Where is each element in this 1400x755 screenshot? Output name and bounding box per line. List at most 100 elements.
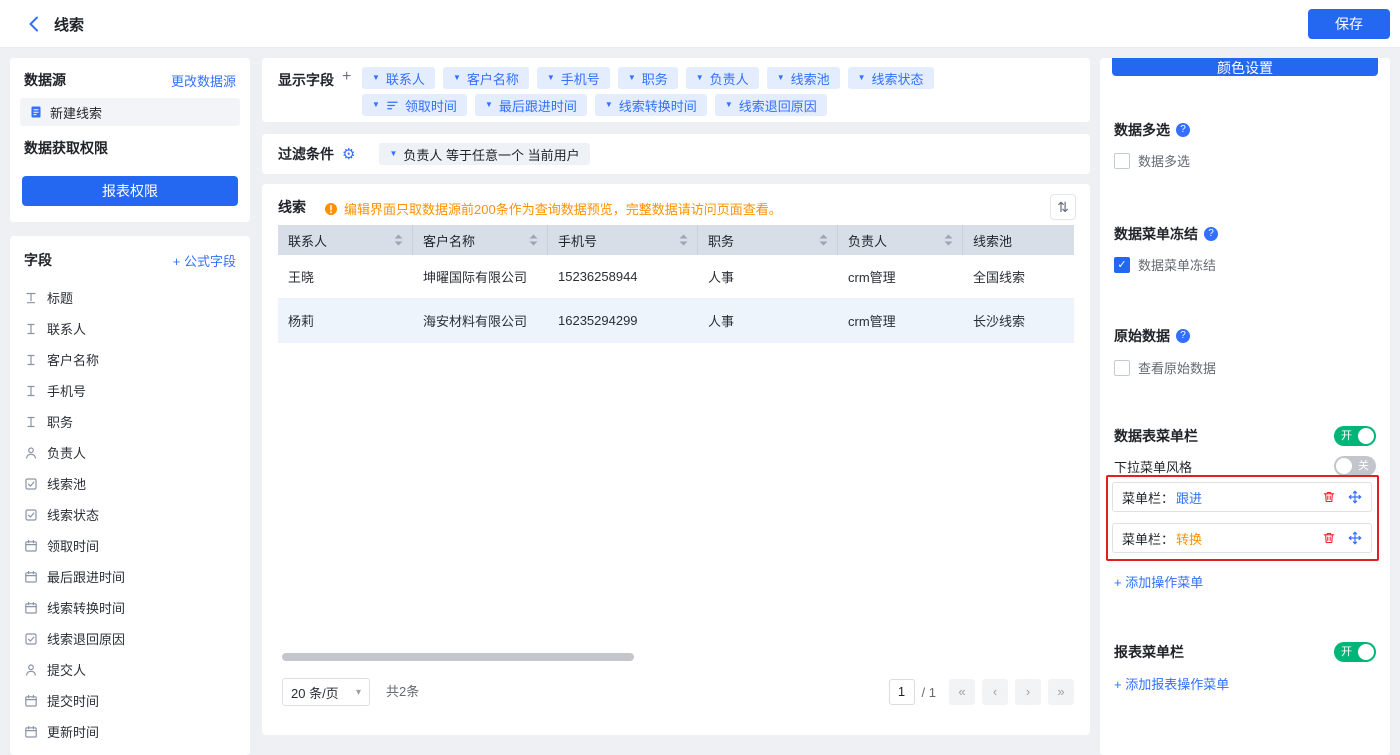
checkbox-checked[interactable]: ✓ (1114, 257, 1130, 273)
display-field-chip[interactable]: ▼线索状态 (848, 67, 934, 89)
field-item[interactable]: 提交人 (10, 654, 250, 685)
display-field-chip[interactable]: ▼线索退回原因 (715, 94, 827, 116)
toggle-knob (1358, 428, 1374, 444)
display-field-chip[interactable]: ▼负责人 (686, 67, 759, 89)
document-icon (29, 105, 43, 119)
add-formula-field-link[interactable]: + 公式字段 (173, 251, 236, 270)
sort-arrows-icon[interactable] (818, 233, 829, 247)
fields-title: 字段 (24, 250, 52, 270)
color-settings-button[interactable]: 颜色设置 (1112, 58, 1378, 76)
menu-bar-item[interactable]: 菜单栏：转换 (1112, 523, 1372, 553)
trash-icon[interactable] (1322, 531, 1336, 545)
data-table: 联系人客户名称手机号 职务负责人线索池 王晓坤曜国际有限公司15236258944… (278, 225, 1074, 343)
field-item[interactable]: 标题 (10, 282, 250, 313)
first-page-button[interactable]: « (949, 679, 975, 705)
table-menu-toggle[interactable]: 开 (1334, 426, 1376, 446)
field-item[interactable]: 负责人 (10, 437, 250, 468)
filter-settings-gear-icon[interactable]: ⚙ (342, 147, 355, 162)
table-header-row: 联系人客户名称手机号 职务负责人线索池 (278, 225, 1074, 255)
checkbox-unchecked[interactable] (1114, 360, 1130, 376)
horizontal-scrollbar[interactable] (282, 653, 634, 661)
page-indicator: / 1 (922, 685, 936, 700)
display-field-chip[interactable]: ▼客户名称 (443, 67, 529, 89)
date-field-icon (24, 570, 38, 584)
current-page[interactable]: 1 (889, 679, 915, 705)
field-item[interactable]: 联系人 (10, 313, 250, 344)
display-field-chip[interactable]: ▼职务 (618, 67, 678, 89)
save-button[interactable]: 保存 (1308, 9, 1390, 39)
column-label: 手机号 (558, 231, 597, 250)
multi-select-checkbox-label: 数据多选 (1138, 151, 1190, 170)
help-icon[interactable]: ? (1204, 227, 1218, 241)
table-header-cell[interactable]: 手机号 (548, 225, 698, 255)
display-field-chip[interactable]: ▼线索转换时间 (595, 94, 707, 116)
display-field-chip[interactable]: ▼联系人 (362, 67, 435, 89)
report-menu-toggle[interactable]: 开 (1334, 642, 1376, 662)
caret-down-icon: ▼ (628, 74, 636, 82)
table-header-cell[interactable]: 职务 (698, 225, 838, 255)
trash-icon[interactable] (1322, 490, 1336, 504)
table-row[interactable]: 王晓坤曜国际有限公司15236258944人事crm管理全国线索 (278, 255, 1074, 299)
text-field-icon (24, 384, 38, 398)
field-item[interactable]: 手机号 (10, 375, 250, 406)
toggle-off-label: 关 (1358, 456, 1369, 476)
field-item[interactable]: 线索池 (10, 468, 250, 499)
prev-page-button[interactable]: ‹ (982, 679, 1008, 705)
display-field-chip[interactable]: ▼手机号 (537, 67, 610, 89)
table-header-cell[interactable]: 联系人 (278, 225, 413, 255)
field-item[interactable]: 客户名称 (10, 344, 250, 375)
page-size-select[interactable]: 20 条/页 ▾ (282, 678, 370, 706)
field-item[interactable]: 线索转换时间 (10, 592, 250, 623)
add-display-field-button[interactable]: + (342, 68, 351, 86)
datasource-item-new-lead[interactable]: 新建线索 (20, 98, 240, 126)
table-row[interactable]: 杨莉海安材料有限公司16235294299人事crm管理长沙线索 (278, 299, 1074, 343)
sort-arrows-icon[interactable] (678, 233, 689, 247)
field-item[interactable]: 线索退回原因 (10, 623, 250, 654)
field-item[interactable]: 最后跟进时间 (10, 561, 250, 592)
change-datasource-link[interactable]: 更改数据源 (171, 71, 236, 90)
help-icon[interactable]: ? (1176, 123, 1190, 137)
field-item[interactable]: 线索状态 (10, 499, 250, 530)
next-page-button[interactable]: › (1015, 679, 1041, 705)
back-icon[interactable] (26, 15, 42, 33)
field-item[interactable]: 职务 (10, 406, 250, 437)
chip-label: 领取时间 (405, 96, 457, 115)
multi-select-checkbox-row[interactable]: 数据多选 (1114, 151, 1190, 170)
table-header-cell[interactable]: 负责人 (838, 225, 963, 255)
dropdown-style-toggle[interactable]: 关 (1334, 456, 1376, 476)
table-header-cell[interactable]: 客户名称 (413, 225, 548, 255)
report-permission-button[interactable]: 报表权限 (22, 176, 238, 206)
table-menu-title: 数据表菜单栏 (1114, 426, 1198, 446)
table-cell: 15236258944 (548, 255, 698, 298)
checkbox-unchecked[interactable] (1114, 153, 1130, 169)
topbar: 线索 保存 (0, 0, 1400, 48)
help-icon[interactable]: ? (1176, 329, 1190, 343)
display-field-chip[interactable]: ▼线索池 (767, 67, 840, 89)
date-field-icon (24, 694, 38, 708)
last-page-button[interactable]: » (1048, 679, 1074, 705)
move-icon[interactable] (1348, 531, 1362, 545)
filter-condition-chip[interactable]: ▼负责人 等于任意一个 当前用户 (379, 143, 589, 165)
add-report-menu-link[interactable]: + 添加报表操作菜单 (1114, 674, 1229, 693)
raw-data-title-text: 原始数据 (1114, 326, 1170, 346)
add-action-menu-link[interactable]: + 添加操作菜单 (1114, 572, 1203, 591)
field-item[interactable]: 提交时间 (10, 685, 250, 716)
report-menu-row: 报表菜单栏 开 (1114, 642, 1376, 662)
table-header-cell[interactable]: 线索池 (963, 225, 1074, 255)
display-field-chip[interactable]: ▼领取时间 (362, 94, 467, 116)
menu-bar-item[interactable]: 菜单栏：跟进 (1112, 482, 1372, 512)
raw-data-checkbox-row[interactable]: 查看原始数据 (1114, 358, 1216, 377)
title-field-icon (24, 291, 38, 305)
field-label: 职务 (47, 412, 73, 431)
field-item[interactable]: 领取时间 (10, 530, 250, 561)
move-icon[interactable] (1348, 490, 1362, 504)
column-sort-button[interactable]: ⇅ (1050, 194, 1076, 220)
sort-arrows-icon[interactable] (528, 233, 539, 247)
dropdown-style-row: 下拉菜单风格 关 (1114, 456, 1376, 476)
table-cell: crm管理 (838, 255, 963, 298)
sort-arrows-icon[interactable] (943, 233, 954, 247)
freeze-checkbox-row[interactable]: ✓ 数据菜单冻结 (1114, 255, 1216, 274)
display-field-chip[interactable]: ▼最后跟进时间 (475, 94, 587, 116)
field-item[interactable]: 更新时间 (10, 716, 250, 747)
sort-arrows-icon[interactable] (393, 233, 404, 247)
